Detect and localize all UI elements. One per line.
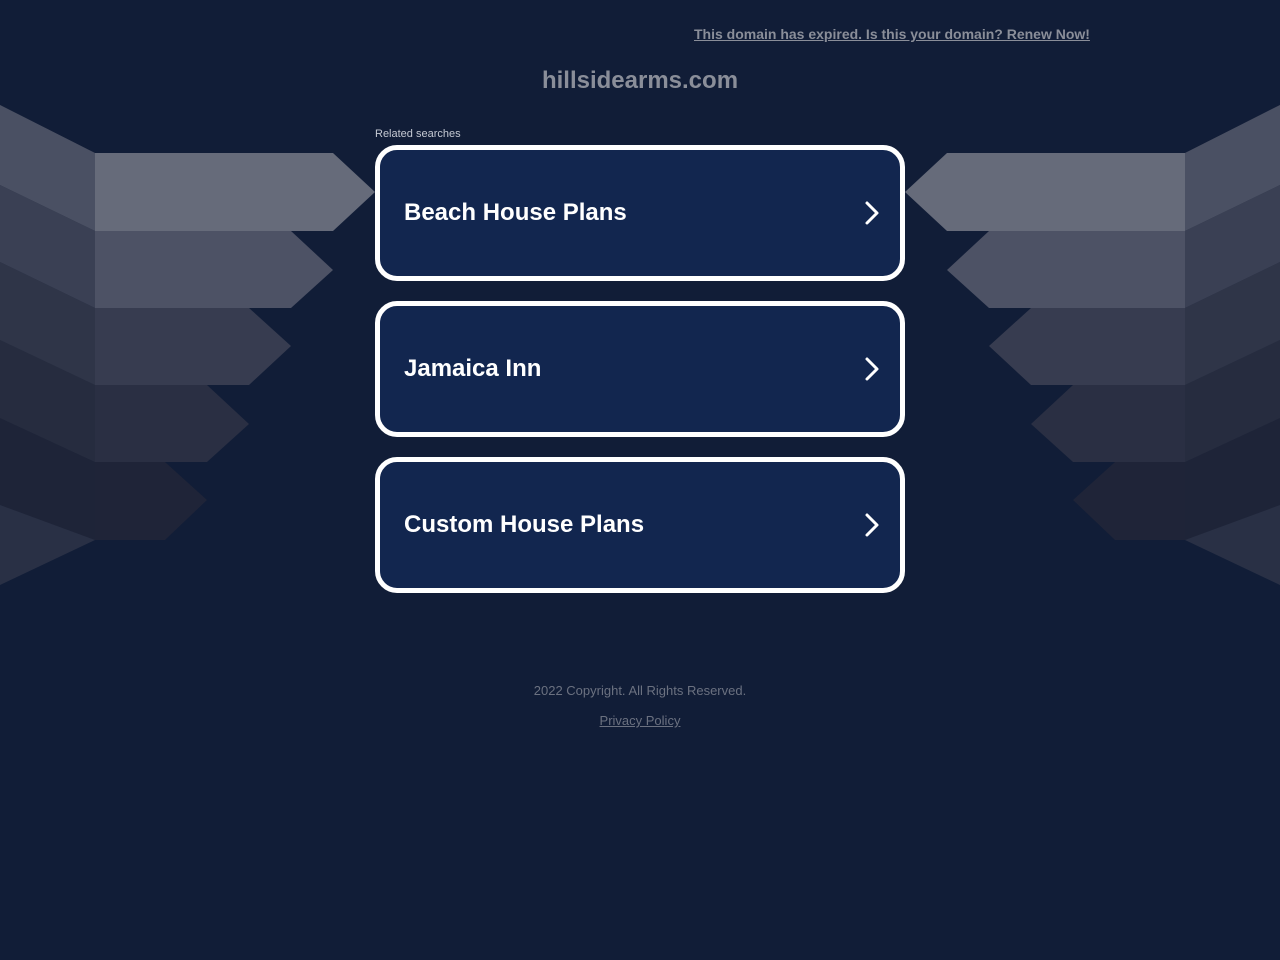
domain-name-title: hillsidearms.com <box>541 67 739 94</box>
related-search-jamaica-inn[interactable]: Jamaica Inn <box>375 301 905 437</box>
chevron-right-icon <box>865 513 879 537</box>
related-search-custom-house-plans[interactable]: Custom House Plans <box>375 457 905 593</box>
related-searches-label: Related searches <box>375 128 461 140</box>
related-search-beach-house-plans[interactable]: Beach House Plans <box>375 145 905 281</box>
privacy-footer: Privacy Policy <box>0 713 1280 728</box>
parked-domain-page: This domain has expired. Is this your do… <box>0 0 1280 960</box>
privacy-policy-link[interactable]: Privacy Policy <box>600 713 681 728</box>
chevron-right-icon <box>865 201 879 225</box>
related-search-label: Beach House Plans <box>404 199 627 226</box>
related-search-label: Jamaica Inn <box>404 355 542 382</box>
related-search-label: Custom House Plans <box>404 511 645 538</box>
chevron-right-icon <box>865 357 879 381</box>
copyright-text: 2022 Copyright. All Rights Reserved. <box>533 683 747 698</box>
renew-domain-link[interactable]: This domain has expired. Is this your do… <box>694 26 1090 42</box>
